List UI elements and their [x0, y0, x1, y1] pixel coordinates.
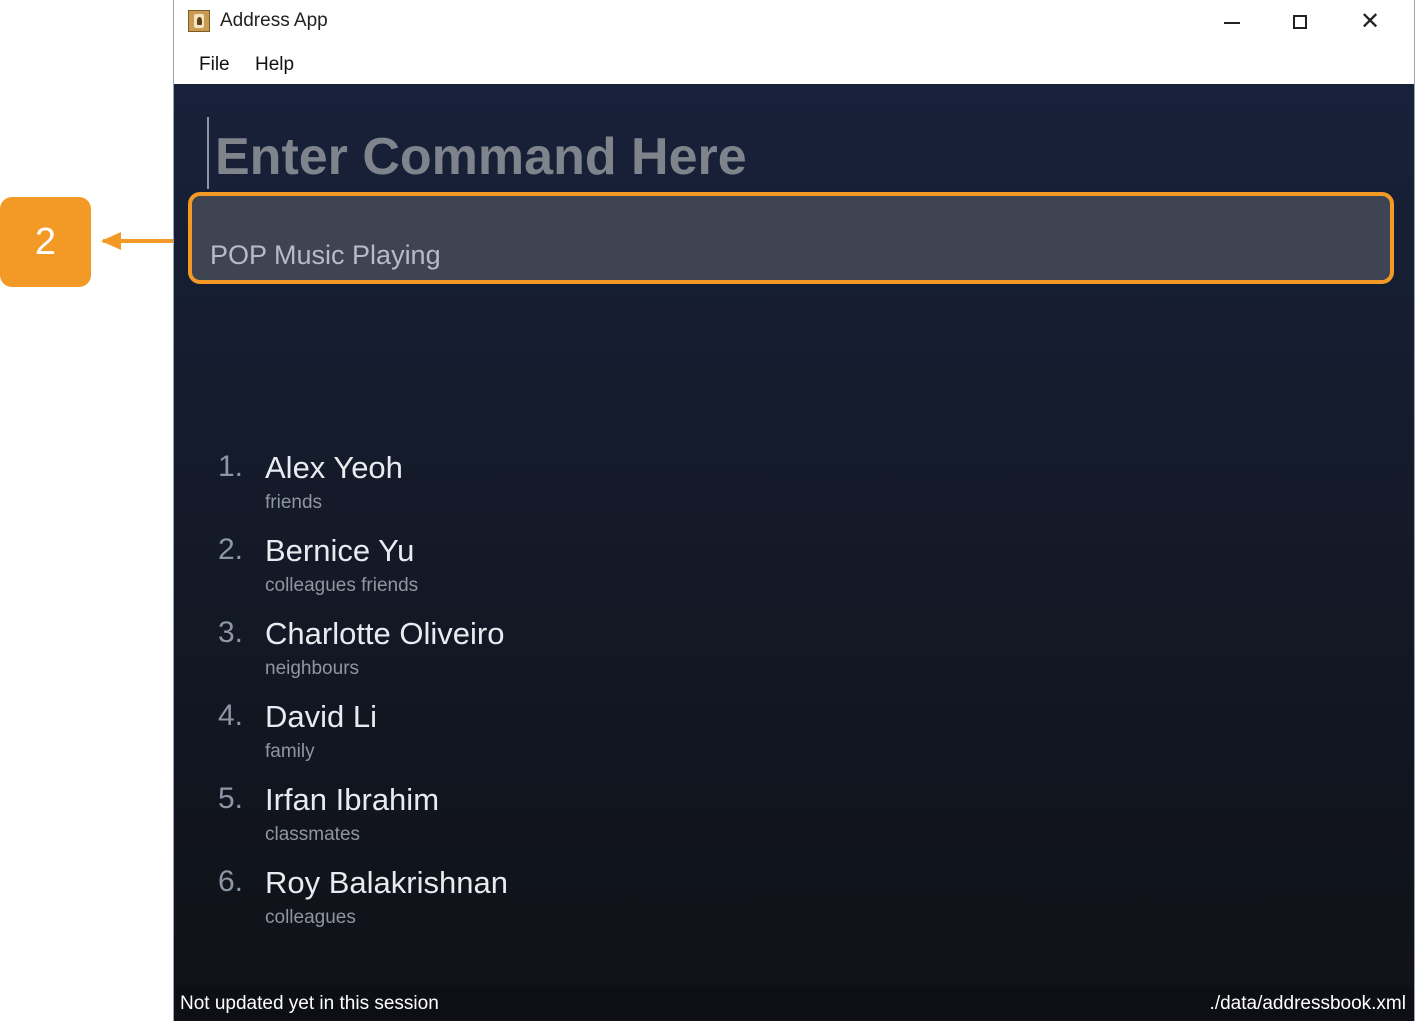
person-tags: classmates: [265, 824, 361, 845]
main-content: Enter Command Here POP Music Playing 1. …: [174, 84, 1414, 1021]
person-name: Roy Balakrishnan: [265, 865, 508, 900]
menu-help[interactable]: Help: [255, 54, 294, 76]
result-display: POP Music Playing: [188, 192, 1394, 284]
person-tags: neighbours: [265, 658, 360, 679]
person-name: David Li: [265, 699, 377, 734]
command-placeholder: Enter Command Here: [215, 128, 747, 186]
callout-arrowhead-icon: [101, 232, 121, 250]
person-tags: friends: [265, 492, 323, 513]
address-book-icon: [188, 10, 210, 32]
menu-file[interactable]: File: [199, 54, 230, 76]
person-name: Bernice Yu: [265, 533, 415, 568]
save-location: ./data/addressbook.xml: [1209, 993, 1406, 1014]
person-index: 3.: [218, 616, 244, 649]
person-name: Charlotte Oliveiro: [265, 616, 505, 651]
person-name: Irfan Ibrahim: [265, 782, 440, 817]
person-name: Alex Yeoh: [265, 450, 403, 485]
callout-label: 2: [34, 220, 57, 263]
title-bar[interactable]: Address App ✕: [174, 0, 1414, 43]
annotation-callout-2: 2: [0, 197, 91, 287]
person-index: 5.: [218, 782, 244, 815]
menu-bar: File Help: [174, 43, 1414, 84]
maximize-icon: [1293, 14, 1307, 29]
person-index: 2.: [218, 533, 244, 566]
command-input[interactable]: Enter Command Here: [207, 117, 1359, 189]
result-text: POP Music Playing: [210, 240, 441, 270]
close-button[interactable]: ✕: [1336, 0, 1404, 43]
window-title: Address App: [220, 10, 328, 31]
close-icon: ✕: [1359, 8, 1381, 35]
minimize-button[interactable]: [1198, 0, 1266, 43]
app-window: Address App ✕ File Help Enter Command He…: [173, 0, 1415, 1021]
person-tags: colleagues: [265, 907, 356, 928]
sync-status: Not updated yet in this session: [180, 993, 439, 1014]
person-index: 4.: [218, 699, 244, 732]
person-tags: colleagues friends: [265, 575, 419, 596]
maximize-button[interactable]: [1266, 0, 1334, 43]
person-index: 1.: [218, 450, 244, 483]
person-index: 6.: [218, 865, 244, 898]
minimize-icon: [1224, 21, 1240, 24]
person-tags: family: [265, 741, 315, 762]
status-bar: Not updated yet in this session ./data/a…: [174, 987, 1414, 1021]
